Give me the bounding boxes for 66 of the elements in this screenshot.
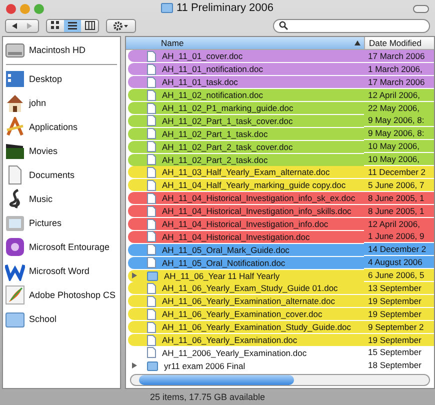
sidebar-item[interactable]: School [3, 308, 120, 330]
sidebar-item[interactable]: Desktop [3, 68, 120, 90]
date-cell: 12 April 2006, [364, 88, 434, 101]
sidebar-item[interactable]: Music [3, 188, 120, 210]
file-row-label[interactable]: AH_11_04_Historical_Investigation_info.doc [128, 218, 364, 230]
date-cell-text: 18 September [367, 359, 422, 372]
file-row-label[interactable]: AH_11_02_Part_1_task_cover.doc [128, 114, 364, 127]
date-cell: 13 September [364, 282, 434, 294]
file-row-label[interactable]: AH_11_02_Part_2_task_cover.doc [128, 140, 364, 153]
file-row-label[interactable]: AH_11_06_Yearly_Examination.doc [128, 334, 364, 346]
sidebar-item[interactable]: Movies [3, 140, 120, 162]
file-row-label[interactable]: AH_11_01_notification.doc [128, 63, 364, 76]
sidebar-item[interactable]: john [3, 92, 120, 114]
sidebar-item[interactable]: Microsoft Word [3, 260, 120, 282]
file-row-label[interactable]: AH_11_05_Oral_Mark_Guide.doc [128, 244, 364, 256]
date-cell: 19 September [364, 308, 434, 320]
file-row-label[interactable]: AH_11_06_Yearly_Exam_Study_Guide 01.doc [128, 282, 364, 294]
file-row-label[interactable]: AH_11_04_Half_Yearly_marking_guide copy.doc [128, 179, 364, 192]
date-cell-text: 15 September [367, 346, 422, 358]
file-row-label[interactable]: AH_11_02_P1_marking_guide.doc [128, 102, 364, 114]
date-cell: 14 December 2 [364, 243, 434, 256]
file-row-label[interactable]: AH_11_06_Yearly_Examination_cover.doc [128, 308, 364, 320]
date-cell: 19 September [364, 334, 434, 346]
file-row-label[interactable]: AH_11_03_Half_Yearly_Exam_alternate.doc [128, 166, 364, 178]
date-cell: 9 September 2 [364, 320, 434, 333]
file-row-label[interactable]: AH_11_04_Historical_Investigation_info_sk_ex.doc [128, 192, 364, 204]
sidebar-item[interactable]: Applications [3, 116, 120, 138]
date-cell: 9 May 2006, 8: [364, 127, 434, 140]
date-cell: 8 June 2005, 1 [364, 204, 434, 217]
date-cell: 17 March 2006 [364, 50, 434, 62]
date-cell: 6 June 2006, 5 [364, 269, 434, 282]
date-cell: 8 June 2005, 1 [364, 192, 434, 204]
file-row-label[interactable]: AH_11_01_task.doc [128, 76, 364, 88]
sidebar-item[interactable]: Pictures [3, 212, 120, 234]
date-cell: 1 March 2006, [364, 62, 434, 75]
file-row-label[interactable]: AH_11_04_Historical_Investigation.doc [128, 230, 364, 243]
file-row-label[interactable]: AH_11_05_Oral_Notification.doc [128, 256, 364, 269]
date-cell: 11 December 2 [364, 166, 434, 178]
column-header[interactable]: Date Modified [364, 37, 434, 49]
sidebar-item[interactable]: Adobe Photoshop CS [3, 284, 120, 306]
date-cell: 4 August 2006 [364, 256, 434, 268]
file-row-label[interactable]: AH_11_06_Yearly_Examination_Study_Guide.doc [128, 321, 364, 334]
date-cell: 1 June 2006, 9 [364, 230, 434, 242]
file-row-label[interactable]: yr11 exam 2006 Final [128, 360, 364, 372]
sidebar-item[interactable]: Documents [3, 164, 120, 186]
date-cell: 5 June 2006, 7 [364, 178, 434, 191]
file-row-label[interactable]: AH_11_02_Part_1_task.doc [128, 128, 364, 140]
date-cell: 22 May 2006, [364, 102, 434, 114]
date-cell: 9 May 2006, 8: [364, 114, 434, 126]
date-cell: 17 March 2006 [364, 76, 434, 88]
window-title: 11 Preliminary 2006 [176, 2, 274, 14]
file-row-label[interactable]: AH_11_06_Year 11 Half Yearly [128, 270, 364, 282]
date-cell: 10 May 2006, [364, 140, 434, 152]
date-cell: 10 May 2006, [364, 153, 434, 166]
file-row-label[interactable]: AH_11_02_Part_2_task.doc [128, 154, 364, 166]
file-row-label[interactable]: AH_11_06_Yearly_Examination_alternate.doc [128, 295, 364, 308]
column-header[interactable]: Name [126, 37, 364, 49]
date-cell: 19 September [364, 294, 434, 307]
sidebar-item[interactable]: Microsoft Entourage [3, 236, 120, 258]
sidebar-item[interactable]: Macintosh HD [3, 39, 120, 61]
file-row-label[interactable]: AH_11_01_cover.doc [128, 50, 364, 62]
file-row-label[interactable]: AH_11_04_Historical_Investigation_info_skills.doc [128, 205, 364, 218]
file-row-label[interactable]: AH_11_02_notification.doc [128, 89, 364, 102]
file-row-label[interactable]: AH_11_2006_Yearly_Examination.doc [128, 346, 364, 359]
date-cell: 12 April 2006, [364, 218, 434, 230]
status-text: 25 items, 17.75 GB available [149, 391, 266, 404]
